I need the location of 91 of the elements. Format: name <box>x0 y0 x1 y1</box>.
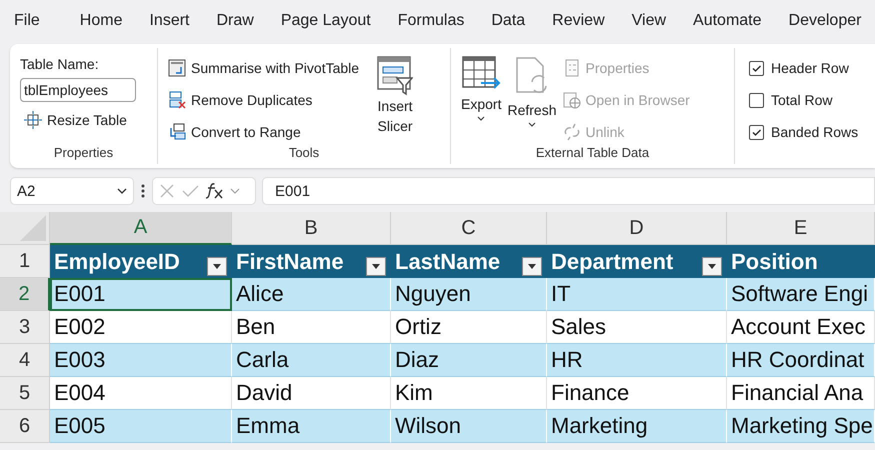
table-cell: Nguyen <box>391 278 547 311</box>
tool-button[interactable]: Remove Duplicates <box>168 88 360 112</box>
column-header[interactable]: A <box>50 212 232 245</box>
filter-button[interactable] <box>207 257 227 276</box>
menu-tab[interactable]: View <box>632 12 666 30</box>
insert-slicer-button[interactable]: Insert Slicer <box>377 56 414 145</box>
caret-icon <box>708 264 716 269</box>
table-name-field[interactable]: tblEmployees <box>20 78 136 102</box>
formula-field[interactable]: E001 <box>262 177 875 205</box>
check-icon <box>181 183 199 199</box>
row-header[interactable]: 2 <box>0 278 50 311</box>
check-icon <box>752 128 761 136</box>
row-header[interactable]: 1 <box>0 245 50 278</box>
filter-button[interactable] <box>522 257 542 276</box>
group-label: External Table Data <box>534 145 650 160</box>
table-cell: Alice <box>232 278 391 311</box>
menu-tab[interactable]: File <box>14 12 40 30</box>
table-header-cell: LastName <box>391 245 547 278</box>
table-cell: David <box>232 377 391 410</box>
table-cell: Software Engi <box>727 278 875 311</box>
menu-tab[interactable]: Developer <box>788 12 862 30</box>
menu-tab[interactable]: Home <box>80 12 122 30</box>
name-box[interactable]: A2 <box>10 177 134 205</box>
table-cell: E002 <box>50 311 232 344</box>
convert-range-icon <box>168 123 186 141</box>
row-header[interactable]: 6 <box>0 410 50 443</box>
filter-button[interactable] <box>366 257 386 276</box>
table-cell: IT <box>547 278 727 311</box>
menu-tab[interactable]: Automate <box>693 12 762 30</box>
table-name-label: Table Name: <box>20 56 100 72</box>
table-cell: E003 <box>50 344 232 377</box>
table-cell: Ben <box>232 311 391 344</box>
table-cell: Kim <box>391 377 547 410</box>
export-button[interactable]: Export <box>461 56 502 145</box>
cancel-icon <box>159 183 175 199</box>
slicer-icon <box>377 56 414 96</box>
row-header[interactable]: 4 <box>0 344 50 377</box>
column-header[interactable]: E <box>727 212 875 245</box>
table-cell: Account Exec <box>727 311 875 344</box>
menu-tab[interactable]: Data <box>491 12 526 30</box>
table-header-cell: Position <box>727 245 875 278</box>
style-option-checkbox[interactable]: Total Row <box>749 88 858 112</box>
tool-button[interactable]: Convert to Range <box>168 120 360 144</box>
row-header[interactable]: 5 <box>0 377 50 410</box>
table-cell: Emma <box>232 410 391 443</box>
menu-tab[interactable]: Draw <box>216 12 254 30</box>
table-cell: E004 <box>50 377 232 410</box>
properties-icon <box>562 59 580 77</box>
menu-tab[interactable]: Review <box>552 12 605 30</box>
table-cell: HR Coordinat <box>727 344 875 377</box>
resize-table-button[interactable]: Resize Table <box>20 108 136 132</box>
table-cell: Finance <box>547 377 727 410</box>
browser-icon <box>562 91 580 109</box>
caret-icon <box>528 264 536 269</box>
more-icon <box>140 182 146 200</box>
remove-duplicates-icon <box>168 91 186 109</box>
unlink-icon <box>562 123 580 141</box>
menu-tab[interactable]: Insert <box>149 12 190 30</box>
table-cell: E001 <box>50 278 232 311</box>
pivot-table-icon <box>168 59 186 77</box>
check-icon <box>752 64 761 72</box>
filter-button[interactable] <box>702 257 722 276</box>
table-cell: E005 <box>50 410 232 443</box>
column-header[interactable]: D <box>547 212 727 245</box>
table-cell: Diaz <box>391 344 547 377</box>
table-cell: HR <box>547 344 727 377</box>
caret-icon <box>372 264 380 269</box>
column-header[interactable]: B <box>232 212 391 245</box>
table-cell: Sales <box>547 311 727 344</box>
table-cell: Carla <box>232 344 391 377</box>
table-header-cell: EmployeeID <box>50 245 232 278</box>
table-cell: Ortiz <box>391 311 547 344</box>
table-cell: Marketing <box>547 410 727 443</box>
function-icon <box>205 183 223 199</box>
group-label: Properties <box>52 145 114 160</box>
table-cell: Wilson <box>391 410 547 443</box>
menu-tab[interactable]: Formulas <box>398 12 464 30</box>
style-option-checkbox[interactable]: Banded Rows <box>749 120 858 144</box>
resize-table-icon <box>24 111 42 129</box>
refresh-button[interactable]: Refresh <box>507 56 556 145</box>
caret-icon <box>213 264 221 269</box>
menu-tab[interactable]: Page Layout <box>280 12 371 30</box>
style-option-checkbox[interactable]: Header Row <box>749 56 858 80</box>
table-header-cell: FirstName <box>232 245 391 278</box>
table-cell: Financial Ana <box>727 377 875 410</box>
column-header[interactable]: C <box>391 212 547 245</box>
row-header[interactable]: 3 <box>0 311 50 344</box>
table-header-cell: Department <box>547 245 727 278</box>
tool-button[interactable]: Summarise with PivotTable <box>168 56 360 80</box>
table-cell: Marketing Spe <box>727 410 875 443</box>
group-label: Tools <box>288 145 320 160</box>
